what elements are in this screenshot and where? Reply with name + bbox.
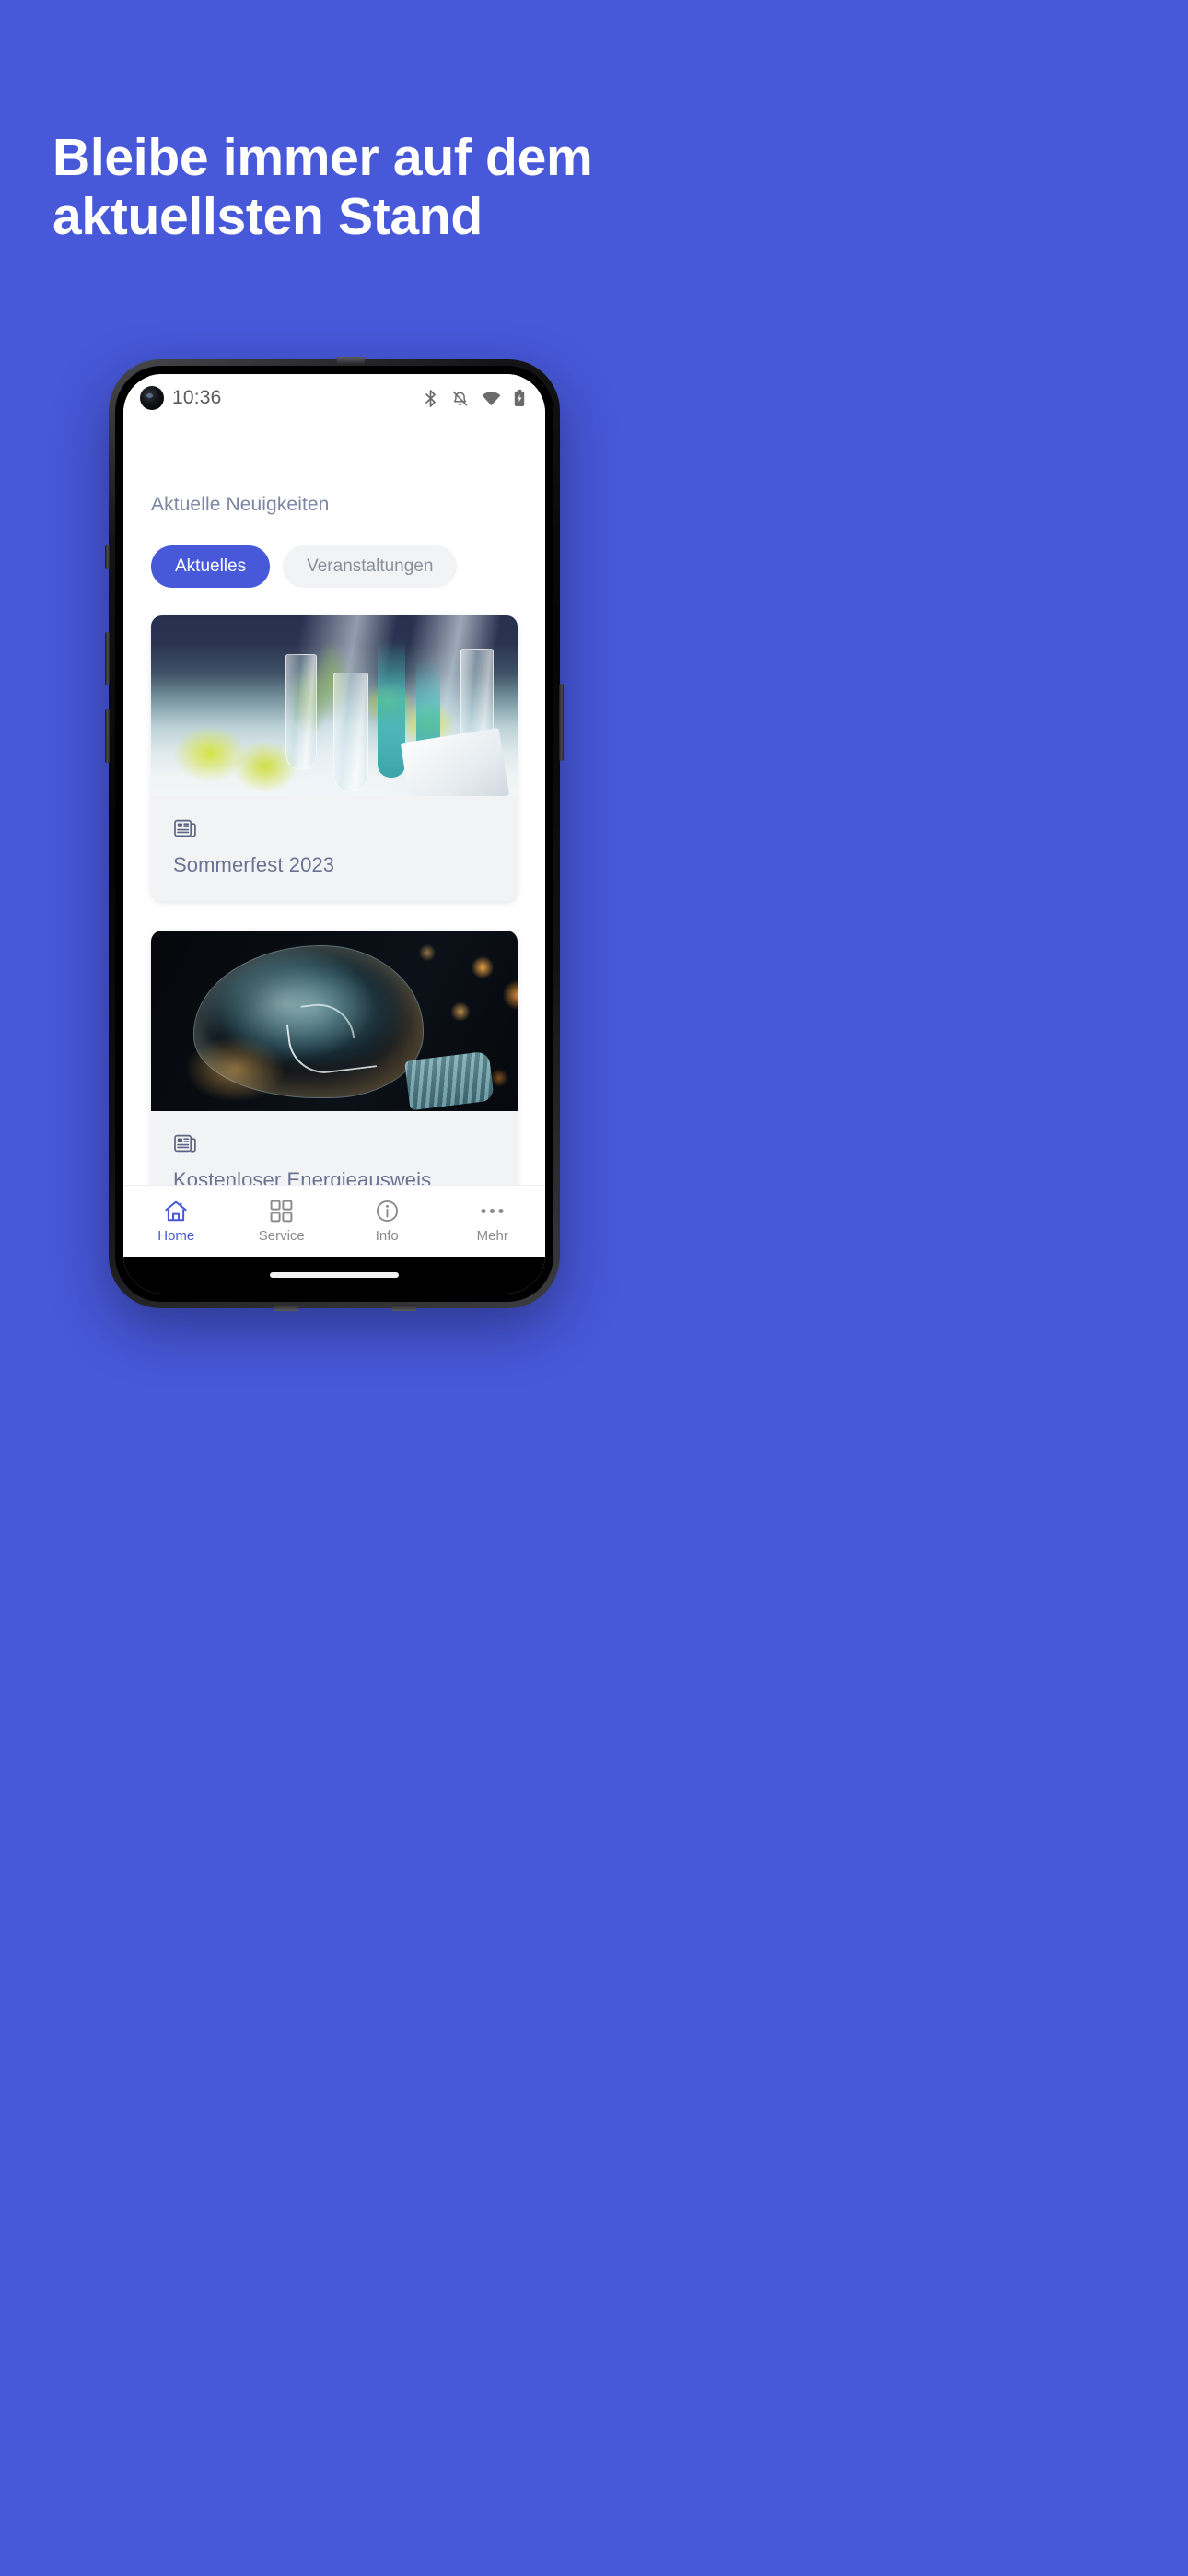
status-bar-clock: 10:36 — [172, 387, 222, 408]
filter-chip-aktuelles[interactable]: Aktuelles — [151, 545, 271, 588]
home-icon — [164, 1200, 188, 1223]
lightbulb-base-shape — [404, 1050, 495, 1111]
promo-headline: Bleibe immer auf dem aktuellsten Stand — [52, 128, 593, 246]
power-button-left — [105, 709, 110, 763]
news-card-title: Kostenloser Energieausweis — [173, 1168, 432, 1185]
nav-item-label: Mehr — [476, 1227, 508, 1244]
bottom-port-left — [274, 1305, 298, 1311]
wine-glass-shape — [333, 673, 368, 792]
status-bar: 10:36 — [123, 374, 545, 422]
wine-glass-shape — [285, 654, 317, 770]
phone-mockup: 10:36 Aktuelle Neuigkeiten Aktuelles Ver… — [105, 357, 564, 1311]
app-content: Aktuelle Neuigkeiten Aktuelles Veranstal… — [123, 422, 545, 1185]
news-card-image — [151, 615, 518, 796]
filter-chip-group: Aktuelles Veranstaltungen — [151, 545, 545, 588]
news-card[interactable]: Sommerfest 2023 — [151, 615, 518, 901]
news-card-image — [151, 931, 518, 1111]
battery-charging-icon — [514, 389, 525, 407]
phone-screen: 10:36 Aktuelle Neuigkeiten Aktuelles Ver… — [123, 374, 545, 1294]
filter-chip-label: Aktuelles — [175, 556, 247, 576]
nav-item-service[interactable]: Service — [229, 1200, 335, 1244]
bottom-navigation: Home Service Info Mehr — [123, 1185, 545, 1257]
news-card-list: Sommerfest 2023 Kostenloser Energieauswe… — [151, 615, 518, 1185]
home-indicator[interactable] — [270, 1272, 399, 1278]
phone-speaker-notch — [337, 357, 365, 364]
power-button-right — [559, 684, 564, 761]
nav-item-label: Home — [157, 1227, 195, 1244]
nav-item-home[interactable]: Home — [123, 1200, 229, 1244]
ellipsis-icon — [480, 1200, 505, 1223]
status-bar-icons — [423, 389, 525, 407]
gesture-navigation-bar — [123, 1257, 545, 1294]
volume-down-button — [105, 632, 110, 685]
filter-chip-label: Veranstaltungen — [307, 556, 434, 576]
filter-chip-veranstaltungen[interactable]: Veranstaltungen — [283, 545, 458, 588]
wifi-icon — [482, 391, 501, 406]
grid-icon — [270, 1200, 293, 1223]
bottom-port-right — [392, 1305, 416, 1311]
section-title: Aktuelle Neuigkeiten — [151, 494, 330, 515]
volume-up-button — [105, 545, 110, 569]
teal-glass-shape — [378, 639, 405, 778]
bluetooth-icon — [423, 389, 438, 407]
newspaper-icon — [173, 816, 495, 845]
bell-off-icon — [451, 390, 469, 407]
front-camera-punchhole — [140, 386, 164, 410]
nav-item-label: Info — [375, 1227, 399, 1244]
nav-item-info[interactable]: Info — [334, 1200, 440, 1244]
info-icon — [376, 1200, 399, 1223]
newspaper-icon — [173, 1131, 495, 1160]
phone-bezel: 10:36 Aktuelle Neuigkeiten Aktuelles Ver… — [115, 366, 553, 1302]
news-card-footer: Sommerfest 2023 — [151, 796, 518, 901]
news-card-title: Sommerfest 2023 — [173, 853, 335, 876]
news-card[interactable]: Kostenloser Energieausweis — [151, 931, 518, 1185]
news-card-footer: Kostenloser Energieausweis — [151, 1111, 518, 1185]
nav-item-label: Service — [258, 1227, 305, 1244]
nav-item-mehr[interactable]: Mehr — [440, 1200, 546, 1244]
